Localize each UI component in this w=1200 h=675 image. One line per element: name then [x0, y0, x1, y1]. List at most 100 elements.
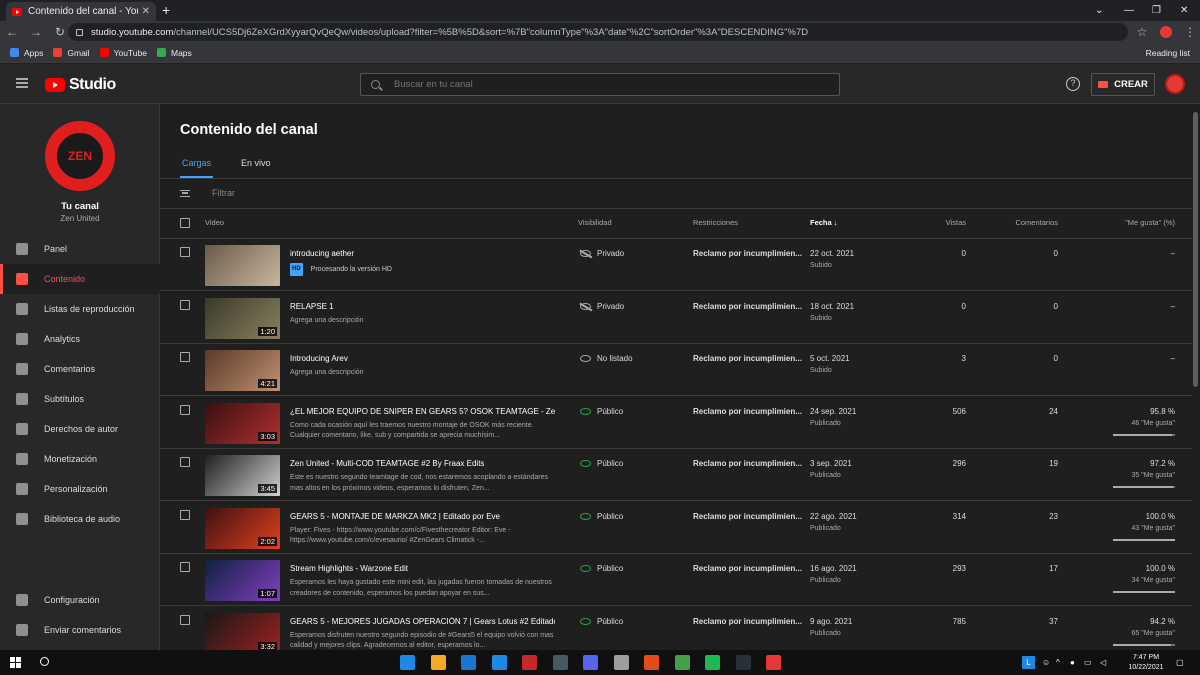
row-checkbox[interactable]	[180, 404, 190, 415]
table-row[interactable]: 2:02 GEARS 5 - MONTAJE DE MARKZA MK2 | Ed…	[160, 502, 1192, 554]
sidebar-item-personalizaci-n[interactable]: Personalización	[0, 474, 160, 504]
video-thumbnail[interactable]: 3:03	[205, 402, 280, 444]
sidebar-item-panel[interactable]: Panel	[0, 234, 160, 264]
sidebar-item-configuraci-n[interactable]: Configuración	[0, 585, 160, 615]
video-thumbnail[interactable]: 1:20	[205, 297, 280, 339]
row-checkbox[interactable]	[180, 614, 190, 625]
show-hidden-icons-icon[interactable]: ^	[1056, 650, 1060, 675]
mail-icon[interactable]	[461, 655, 476, 670]
tab-uploads[interactable]: Cargas	[180, 156, 214, 178]
chrome-alt-icon[interactable]	[613, 655, 629, 670]
table-row[interactable]: introducing aether HD Procesando la versió…	[160, 239, 1192, 291]
select-all-checkbox[interactable]	[180, 218, 190, 228]
filter-input[interactable]: Filtrar	[212, 188, 235, 198]
app-l-icon[interactable]	[491, 655, 507, 670]
video-title[interactable]: RELAPSE 1	[290, 302, 555, 311]
video-thumbnail[interactable]: 3:32	[205, 612, 280, 650]
search-input[interactable]	[394, 79, 814, 90]
row-checkbox[interactable]	[180, 509, 190, 520]
visibility-cell[interactable]: Público	[580, 564, 623, 573]
restriction-cell[interactable]: Reclamo por incumplimien...	[693, 617, 803, 626]
tray-l-icon[interactable]: L	[1022, 650, 1035, 675]
mcafee-icon[interactable]	[522, 655, 537, 670]
taskbar-search-icon[interactable]	[40, 657, 49, 666]
channel-avatar[interactable]: ZEN	[45, 121, 115, 191]
reading-list-button[interactable]: Reading list	[1146, 48, 1190, 58]
people-icon[interactable]: ☺	[1042, 650, 1050, 675]
microphone-icon[interactable]: ●	[1070, 650, 1075, 675]
video-thumbnail[interactable]	[205, 245, 280, 286]
video-title[interactable]: introducing aether	[290, 249, 555, 258]
network-icon[interactable]: ▭	[1084, 650, 1092, 675]
table-row[interactable]: 1:20 RELAPSE 1 Agrega una descripción Priva…	[160, 292, 1192, 344]
studio-logo[interactable]: Studio	[45, 76, 116, 94]
table-row[interactable]: 3:45 Zen United - Multi-COD TEAMTAGE #2 B…	[160, 449, 1192, 501]
notifications-icon[interactable]: ▢	[1176, 650, 1184, 675]
chrome-icon[interactable]	[766, 655, 781, 670]
filter-bar[interactable]: Filtrar	[180, 188, 235, 198]
sidebar-item-listas-de-reproducci-n[interactable]: Listas de reproducción	[0, 294, 160, 324]
volume-icon[interactable]: ◁	[1100, 650, 1106, 675]
restriction-cell[interactable]: Reclamo por incumplimien...	[693, 512, 803, 521]
visibility-cell[interactable]: Público	[580, 512, 623, 521]
xbox-icon[interactable]	[674, 655, 690, 670]
bookmark-maps[interactable]: Maps	[156, 48, 192, 58]
forward-icon[interactable]: →	[24, 25, 48, 39]
tab-search-icon[interactable]: ⌄	[1095, 0, 1103, 21]
visibility-cell[interactable]: No listado	[580, 354, 633, 363]
next-icon[interactable]	[735, 655, 751, 670]
video-title[interactable]: Stream Highlights - Warzone Edit	[290, 564, 555, 573]
restriction-cell[interactable]: Reclamo por incumplimien...	[693, 354, 803, 363]
table-row[interactable]: 4:21 Introducing Arev Agrega una descripci…	[160, 344, 1192, 396]
visibility-cell[interactable]: Público	[580, 459, 623, 468]
restriction-cell[interactable]: Reclamo por incumplimien...	[693, 302, 803, 311]
create-button[interactable]: CREAR	[1091, 73, 1155, 96]
video-title[interactable]: ¿EL MEJOR EQUIPO DE SNIPER EN GEARS 5? O…	[290, 407, 555, 416]
table-row[interactable]: 3:03 ¿EL MEJOR EQUIPO DE SNIPER EN GEARS …	[160, 397, 1192, 449]
account-avatar[interactable]	[1165, 74, 1185, 94]
restriction-cell[interactable]: Reclamo por incumplimien...	[693, 459, 803, 468]
restriction-cell[interactable]: Reclamo por incumplimien...	[693, 407, 803, 416]
visibility-cell[interactable]: Público	[580, 617, 623, 626]
bookmark-apps[interactable]: Apps	[10, 48, 43, 58]
row-checkbox[interactable]	[180, 562, 190, 572]
channel-search-box[interactable]	[360, 73, 840, 96]
minimize-icon[interactable]: —	[1124, 0, 1134, 21]
file-explorer-icon[interactable]	[430, 655, 446, 670]
table-row[interactable]: 3:32 GEARS 5 - MEJORES JUGADAS OPERACIÓN …	[160, 607, 1192, 650]
scrollbar[interactable]	[1192, 104, 1200, 650]
tab-close-icon[interactable]: ✕	[142, 6, 150, 17]
video-thumbnail[interactable]: 4:21	[205, 350, 280, 391]
browser-tab[interactable]: Contenido del canal - YouTube S ✕	[6, 2, 156, 21]
video-thumbnail[interactable]: 3:45	[205, 455, 280, 496]
sidebar-item-contenido[interactable]: Contenido	[0, 264, 160, 294]
visibility-cell[interactable]: Privado	[580, 302, 624, 311]
new-tab-button[interactable]: +	[162, 2, 170, 18]
close-window-icon[interactable]: ✕	[1180, 0, 1188, 21]
bookmark-youtube[interactable]: YouTube	[99, 48, 147, 58]
sidebar-item-monetizaci-n[interactable]: Monetización	[0, 444, 160, 474]
office-icon[interactable]	[644, 655, 659, 670]
restriction-cell[interactable]: Reclamo por incumplimien...	[693, 564, 803, 573]
sidebar-item-analytics[interactable]: Analytics	[0, 324, 160, 354]
video-thumbnail[interactable]: 2:02	[205, 507, 280, 549]
discord-icon[interactable]	[583, 655, 598, 670]
table-row[interactable]: 1:07 Stream Highlights - Warzone Edit Espe…	[160, 554, 1192, 606]
extension-icon[interactable]	[1160, 26, 1172, 38]
video-title[interactable]: Zen United - Multi-COD TEAMTAGE #2 By Fr…	[290, 459, 555, 468]
sidebar-item-enviar-comentarios[interactable]: Enviar comentarios	[0, 615, 160, 645]
video-title[interactable]: Introducing Arev	[290, 354, 555, 363]
sidebar-item-comentarios[interactable]: Comentarios	[0, 354, 160, 384]
steam-icon[interactable]	[552, 655, 568, 670]
scrollbar-thumb[interactable]	[1193, 112, 1198, 387]
sidebar-item-derechos-de-autor[interactable]: Derechos de autor	[0, 414, 160, 444]
edge-icon[interactable]	[400, 655, 415, 670]
video-title[interactable]: GEARS 5 - MEJORES JUGADAS OPERACIÓN 7 | …	[290, 617, 555, 626]
help-icon[interactable]: ?	[1066, 77, 1080, 91]
visibility-cell[interactable]: Público	[580, 407, 623, 416]
tab-live[interactable]: En vivo	[239, 156, 273, 178]
url-field[interactable]: studio.youtube.com /channel/UCS5Dj6ZeXGr…	[68, 23, 1128, 41]
sidebar-item-biblioteca-de-audio[interactable]: Biblioteca de audio	[0, 504, 160, 534]
back-icon[interactable]: ←	[0, 25, 24, 39]
row-checkbox[interactable]	[180, 247, 190, 257]
